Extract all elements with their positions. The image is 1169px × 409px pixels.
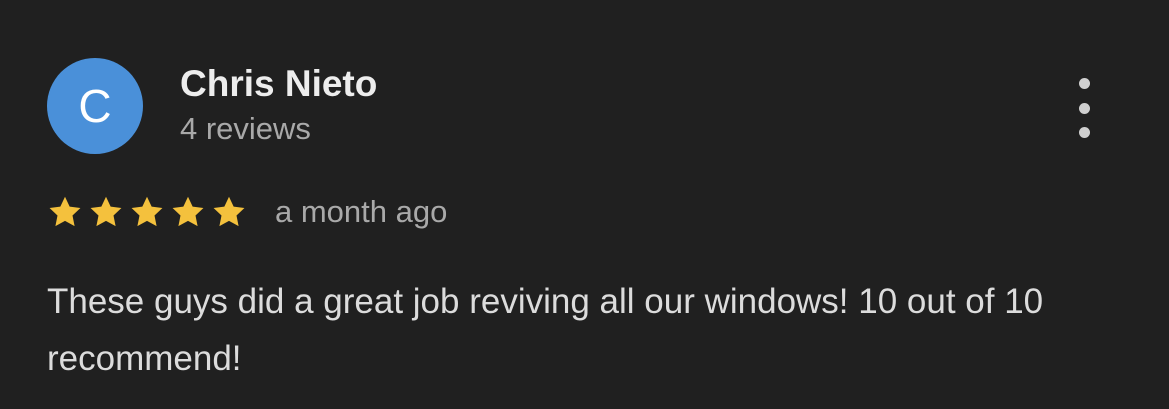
star-icon [172, 196, 204, 227]
review-text: These guys did a great job reviving all … [47, 282, 1044, 378]
review-time: a month ago [275, 194, 448, 229]
star-icon [49, 196, 81, 227]
author-name[interactable]: Chris Nieto [180, 62, 377, 106]
star-icon [131, 196, 163, 227]
review-card: C Chris Nieto 4 reviews a month ago Thes… [0, 0, 1169, 409]
rating-row: a month ago [47, 190, 447, 234]
more-vertical-icon [1078, 78, 1090, 89]
star-icon [90, 196, 122, 227]
star-icon [213, 196, 245, 227]
avatar-initial: C [78, 80, 112, 132]
avatar[interactable]: C [47, 58, 143, 154]
more-options-button[interactable] [1062, 78, 1106, 138]
star-rating [47, 194, 252, 230]
author-reviews-count[interactable]: 4 reviews [180, 110, 311, 148]
